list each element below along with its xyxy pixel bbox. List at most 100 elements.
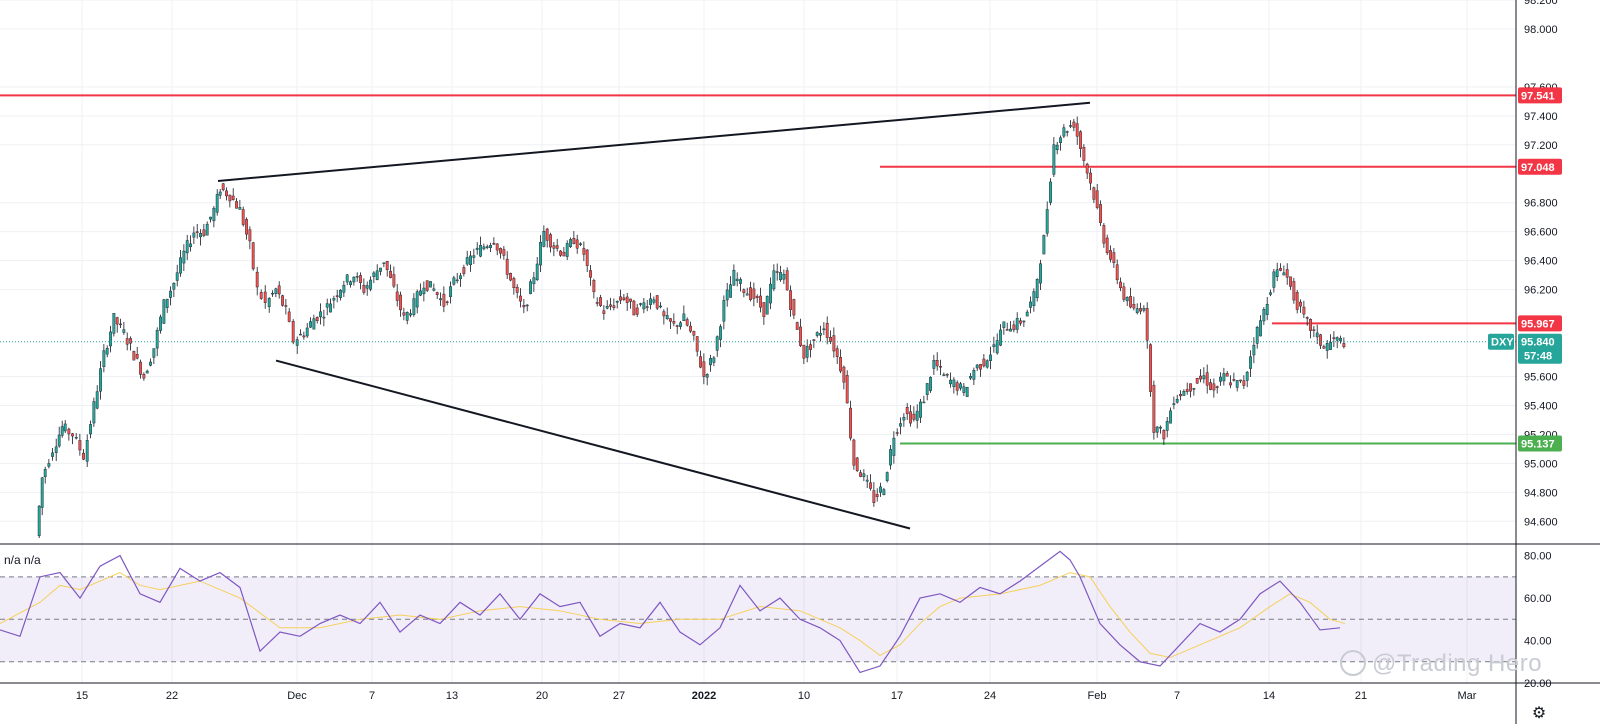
candle-body [869, 482, 872, 489]
candle-body [562, 251, 566, 257]
candle-body [155, 330, 159, 349]
candle-body [192, 232, 196, 238]
candle-body [622, 297, 626, 300]
candle-body [585, 249, 589, 266]
candle-body [119, 323, 122, 326]
candle-body [218, 191, 222, 196]
candle-body [1005, 329, 1009, 331]
candle-body [659, 305, 662, 308]
candle-body [889, 449, 892, 466]
candle-body [1129, 296, 1132, 308]
candle-body [662, 311, 666, 317]
candle-body [955, 382, 959, 391]
candle-body [875, 494, 879, 497]
candle-body [78, 440, 82, 451]
candle-body [899, 423, 902, 427]
candle-body [372, 272, 376, 277]
candle-body [122, 329, 126, 333]
candle-body [892, 437, 896, 456]
candle-body [263, 291, 267, 303]
candle-body [47, 463, 51, 467]
candle-body [1179, 394, 1182, 397]
candle-body [995, 340, 999, 354]
candle-body [442, 293, 446, 307]
candle-body [992, 344, 996, 347]
candle-body [1042, 235, 1046, 255]
candle-body [952, 379, 956, 388]
candle-body [1065, 131, 1069, 133]
candle-body [1035, 279, 1039, 298]
candle-body [752, 288, 756, 299]
candle-body [199, 232, 202, 238]
candle-body [1079, 131, 1082, 149]
candle-body [602, 310, 606, 314]
watermark: @Trading Hero [1340, 649, 1542, 678]
candle-body [625, 296, 629, 303]
rsi-header: n/a n/a [4, 553, 41, 567]
candle-body [37, 505, 41, 537]
candle-body [312, 318, 316, 330]
candle-body [882, 489, 886, 496]
candle-body [284, 305, 288, 307]
candle-body [271, 292, 274, 295]
candle-body [972, 369, 976, 380]
candle-body [772, 270, 776, 290]
candle-body [1102, 225, 1106, 244]
candle-body [655, 295, 659, 309]
candle-body [742, 289, 746, 294]
candle-body [629, 298, 632, 302]
candle-body [1019, 320, 1022, 324]
candle-body [1235, 380, 1239, 388]
candle-body [879, 486, 882, 493]
candle-body [185, 240, 189, 254]
candle-body [665, 315, 669, 320]
candle-body [739, 279, 742, 284]
candle-body [695, 336, 699, 352]
candle-body [67, 428, 71, 435]
candle-body [519, 295, 522, 302]
candle-body [982, 358, 986, 367]
candle-body [375, 270, 379, 280]
candle-body [315, 316, 319, 321]
candle-body [95, 391, 99, 409]
candle-body [829, 337, 832, 342]
candle-body [1115, 264, 1119, 281]
candle-body [682, 313, 686, 322]
candle-body [645, 306, 649, 308]
candle-body [92, 401, 96, 424]
candle-body [765, 296, 769, 315]
time-tick-label: 14 [1263, 690, 1275, 702]
candle-body [51, 452, 54, 457]
candle-body [975, 364, 979, 369]
candle-body [251, 242, 255, 270]
candle-body [162, 299, 166, 324]
candle-body [85, 440, 89, 462]
candle-body [475, 247, 479, 250]
candle-body [1272, 271, 1276, 288]
candle-body [505, 258, 509, 275]
candle-body [532, 277, 536, 285]
level-price-label: 95.137 [1521, 439, 1555, 451]
candle-body [922, 401, 926, 404]
rsi-tick-label: 40.00 [1524, 636, 1552, 648]
candle-body [985, 360, 989, 368]
candle-body [932, 360, 936, 369]
candle-body [159, 316, 162, 331]
candle-body [1265, 303, 1269, 315]
candle-body [1045, 209, 1049, 234]
candle-body [89, 424, 92, 435]
last-price-label: 95.840 [1521, 337, 1555, 349]
chart-canvas[interactable]: 94.60094.80095.00095.20095.40095.60096.2… [0, 0, 1600, 724]
candle-body [152, 348, 156, 358]
candle-body [1242, 380, 1246, 386]
candle-body [815, 332, 819, 336]
candle-body [545, 228, 549, 241]
candle-body [675, 325, 679, 327]
gear-icon[interactable]: ⚙ [1530, 705, 1548, 723]
candle-body [452, 277, 456, 285]
candle-body [109, 331, 112, 347]
candle-body [802, 344, 806, 359]
candle-body [1122, 286, 1126, 300]
candle-body [40, 477, 44, 508]
candle-body [915, 410, 919, 421]
